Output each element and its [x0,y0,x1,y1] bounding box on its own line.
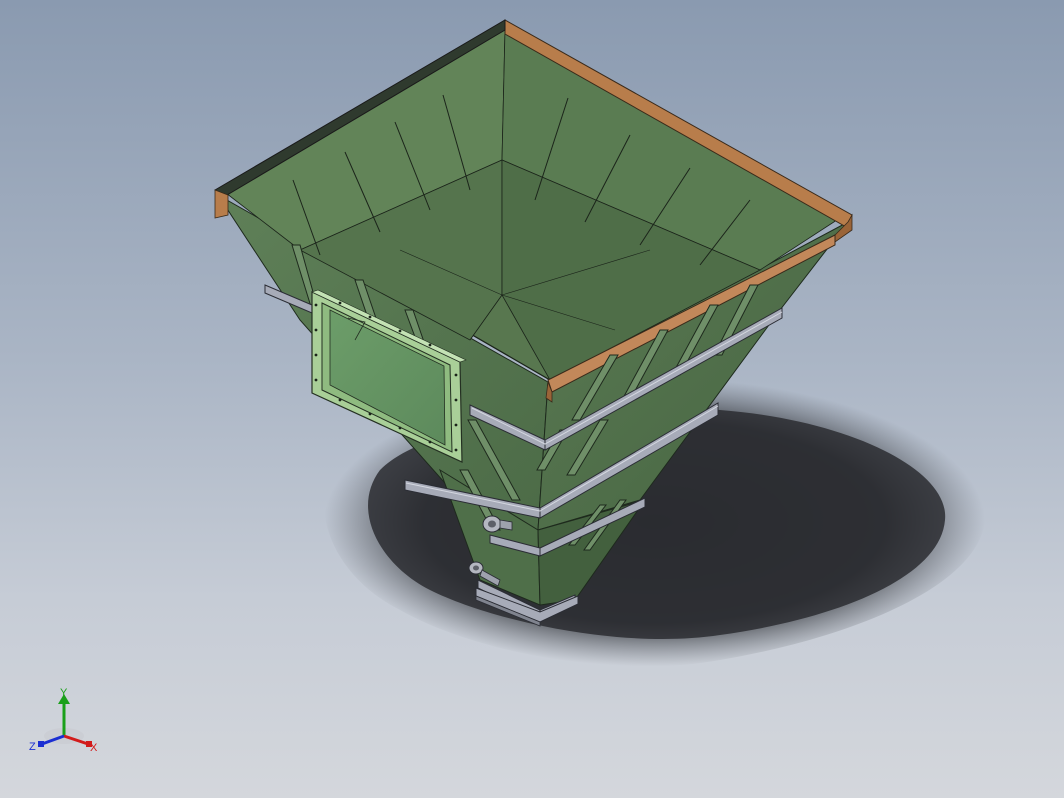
graphics-viewport[interactable]: Y X Z [0,0,1064,798]
z-axis-label: Z [29,741,36,753]
coordinate-triad: Y X Z [29,687,98,754]
hopper-model[interactable] [0,0,1064,798]
y-axis-label: Y [60,687,68,699]
x-axis-label: X [90,742,98,754]
z-marker-icon [38,741,44,747]
